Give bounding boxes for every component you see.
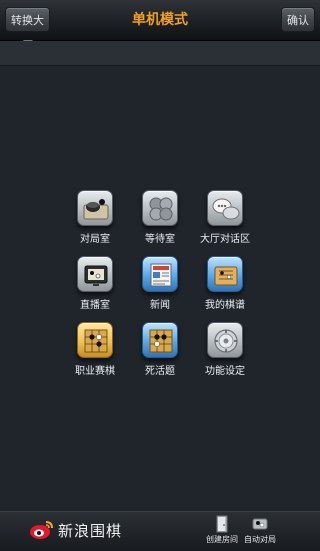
menu-label: 直播室 xyxy=(80,300,110,311)
menu-item-pro-games[interactable]: 职业赛棋 xyxy=(60,322,130,377)
auto-match-label: 自动对局 xyxy=(244,535,276,544)
menu-label: 职业赛棋 xyxy=(75,366,115,377)
sub-bar xyxy=(0,41,320,66)
tv-broadcast-icon xyxy=(77,256,113,292)
newspaper-icon xyxy=(142,256,178,292)
pro-board-icon xyxy=(77,322,113,358)
menu-label: 功能设定 xyxy=(205,366,245,377)
top-bar: 转换大厅 单机模式 确认 xyxy=(0,0,320,52)
stone-bowl-icon xyxy=(250,515,270,533)
menu-item-life-death-problems[interactable]: 死活题 xyxy=(125,322,195,377)
menu-label: 我的棋谱 xyxy=(205,300,245,311)
menu-item-my-records[interactable]: 我的棋谱 xyxy=(190,256,260,311)
record-book-icon xyxy=(207,256,243,292)
menu-label: 对局室 xyxy=(80,234,110,245)
weibo-eye-icon xyxy=(30,521,53,539)
menu-label: 大厅对话区 xyxy=(200,234,250,245)
sina-weiqi-logo: 新浪围棋 xyxy=(28,516,122,544)
chat-bubbles-icon xyxy=(207,190,243,226)
door-icon xyxy=(212,515,232,533)
menu-item-game-room[interactable]: 对局室 xyxy=(60,190,130,245)
confirm-button[interactable]: 确认 xyxy=(281,7,315,32)
menu-item-live-room[interactable]: 直播室 xyxy=(60,256,130,311)
menu-label: 新闻 xyxy=(150,300,170,311)
menu-item-news[interactable]: 新闻 xyxy=(125,256,195,311)
menu-label: 等待室 xyxy=(145,234,175,245)
auto-match-button[interactable]: 自动对局 xyxy=(236,515,284,545)
stone-bowls-icon xyxy=(142,190,178,226)
page-title: 单机模式 xyxy=(132,12,188,28)
problem-board-icon xyxy=(142,322,178,358)
logo-text: 新浪围棋 xyxy=(58,521,123,540)
menu-label: 死活题 xyxy=(145,366,175,377)
menu-item-lobby-chat[interactable]: 大厅对话区 xyxy=(190,190,260,245)
settings-dial-icon xyxy=(207,322,243,358)
board-stones-icon xyxy=(77,190,113,226)
menu-item-waiting-room[interactable]: 等待室 xyxy=(125,190,195,245)
menu-item-settings[interactable]: 功能设定 xyxy=(190,322,260,377)
